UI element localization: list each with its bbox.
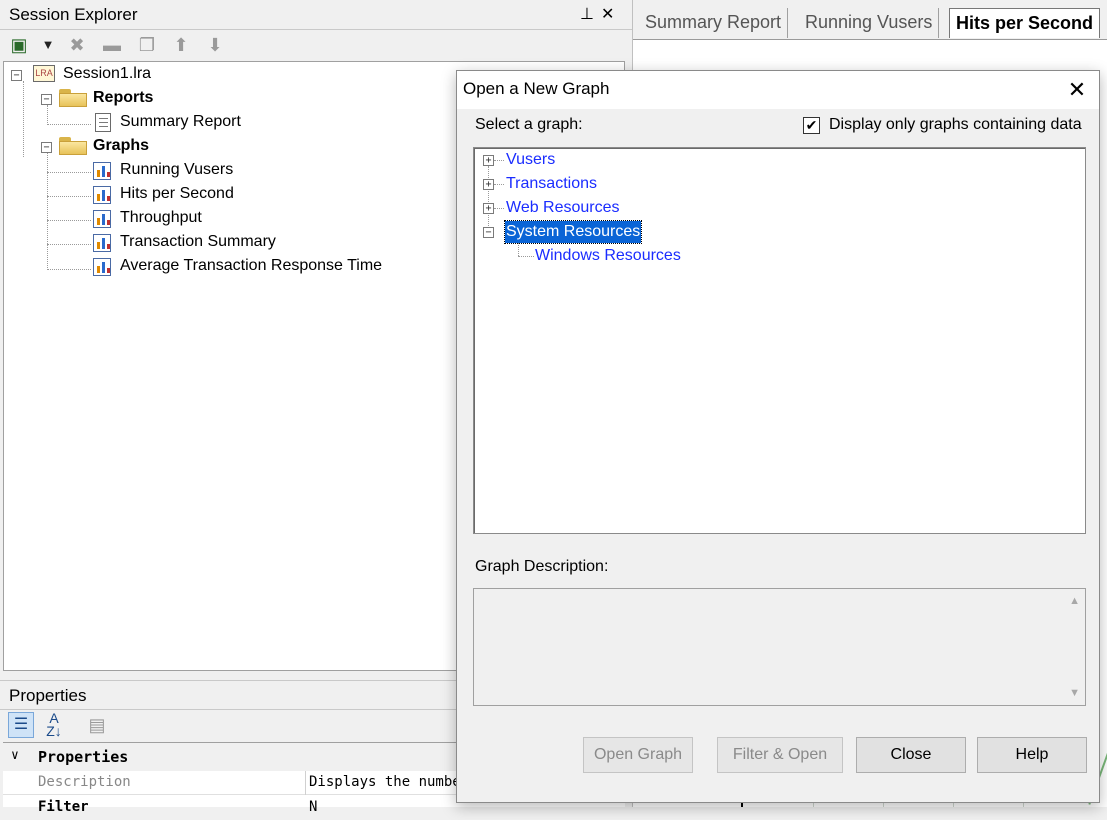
property-pages-icon[interactable]: ▤ — [86, 714, 108, 736]
bar-chart-icon — [93, 234, 111, 252]
graph-description-box: ▲ ▼ — [473, 588, 1086, 706]
dialog-close-icon[interactable]: ✕ — [1063, 76, 1091, 104]
select-graph-label: Select a graph: — [475, 116, 583, 133]
display-only-data-label[interactable]: Display only graphs containing data — [829, 116, 1082, 134]
tree-reports[interactable]: Reports — [93, 87, 153, 109]
property-category-label: Properties — [38, 748, 129, 766]
session-file-icon: LRA — [33, 65, 55, 82]
delete-icon[interactable]: ✖ — [66, 34, 88, 56]
tree-graphs[interactable]: Graphs — [93, 135, 149, 157]
tab-hits-per-second[interactable]: Hits per Second — [949, 8, 1101, 38]
categorized-icon[interactable]: ☰ — [8, 712, 34, 738]
open-graph-button[interactable]: Open Graph — [583, 737, 693, 773]
bar-chart-icon — [93, 210, 111, 228]
graph-item-windows-resources[interactable]: Windows Resources — [535, 245, 681, 267]
move-up-icon[interactable]: ⬆ — [170, 34, 192, 56]
dialog-title: Open a New Graph — [463, 79, 610, 98]
scroll-down-icon[interactable]: ▼ — [1069, 687, 1080, 699]
tab-summary-report[interactable]: Summary Report — [639, 8, 789, 38]
tree-graph-item[interactable]: Running Vusers — [120, 159, 233, 181]
add-graph-icon[interactable]: ▣ — [8, 34, 30, 56]
property-name: Description — [38, 774, 131, 790]
bar-chart-icon — [93, 162, 111, 180]
session-explorer-toolbar: ▣ ▼ ✖ ▬ ❐ ⬆ ⬇ — [0, 30, 632, 60]
collapse-chevron-icon[interactable]: ∨ — [11, 748, 19, 763]
tree-summary-report[interactable]: Summary Report — [120, 111, 241, 133]
copy-icon[interactable]: ❐ — [136, 34, 158, 56]
document-tab-strip: Summary Report Running Vusers Hits per S… — [633, 0, 1107, 40]
dialog-titlebar: Open a New Graph ✕ — [457, 71, 1099, 109]
property-name: Filter — [38, 799, 89, 815]
tab-running-vusers[interactable]: Running Vusers — [799, 8, 940, 38]
graph-category-system-resources[interactable]: System Resources — [503, 220, 643, 244]
move-down-icon[interactable]: ⬇ — [204, 34, 226, 56]
expander-session[interactable]: − — [11, 70, 22, 81]
close-icon[interactable]: ✕ — [601, 4, 614, 24]
scroll-up-icon[interactable]: ▲ — [1069, 595, 1080, 607]
close-button[interactable]: Close — [856, 737, 966, 773]
expander-vusers[interactable]: + — [483, 155, 494, 166]
tree-graph-item[interactable]: Average Transaction Response Time — [120, 255, 382, 277]
tree-graph-item[interactable]: Transaction Summary — [120, 231, 276, 253]
expander-transactions[interactable]: + — [483, 179, 494, 190]
graph-type-tree: + Vusers + Transactions + Web Resources … — [473, 147, 1086, 534]
tree-graph-item[interactable]: Throughput — [120, 207, 202, 229]
expander-graphs[interactable]: − — [41, 142, 52, 153]
help-button[interactable]: Help — [977, 737, 1087, 773]
open-new-graph-dialog: Open a New Graph ✕ Select a graph: ✔ Dis… — [456, 70, 1100, 803]
graph-description-label: Graph Description: — [475, 558, 609, 575]
graph-category-transactions[interactable]: Transactions — [506, 173, 597, 195]
graph-category-web-resources[interactable]: Web Resources — [506, 197, 620, 219]
filter-open-button[interactable]: Filter & Open — [717, 737, 843, 773]
expander-reports[interactable]: − — [41, 94, 52, 105]
dropdown-arrow-icon[interactable]: ▼ — [37, 34, 59, 56]
session-explorer-titlebar: Session Explorer ⊥ ✕ — [0, 0, 632, 30]
rename-icon[interactable]: ▬ — [101, 34, 123, 56]
tree-graph-item[interactable]: Hits per Second — [120, 183, 234, 205]
property-value: N — [309, 799, 318, 815]
folder-icon — [59, 89, 87, 107]
folder-icon — [59, 137, 87, 155]
alphabetical-sort-icon[interactable]: A Z↓ — [42, 711, 66, 740]
display-only-data-checkbox[interactable]: ✔ — [803, 117, 820, 134]
expander-system-resources[interactable]: − — [483, 227, 494, 238]
properties-title: Properties — [9, 686, 87, 705]
graph-category-vusers[interactable]: Vusers — [506, 149, 555, 171]
pin-icon[interactable]: ⊥ — [580, 4, 594, 24]
tree-session[interactable]: Session1.lra — [63, 63, 151, 85]
report-document-icon — [95, 113, 111, 132]
bar-chart-icon — [93, 258, 111, 276]
bar-chart-icon — [93, 186, 111, 204]
session-explorer-title: Session Explorer — [9, 5, 138, 24]
expander-web-resources[interactable]: + — [483, 203, 494, 214]
